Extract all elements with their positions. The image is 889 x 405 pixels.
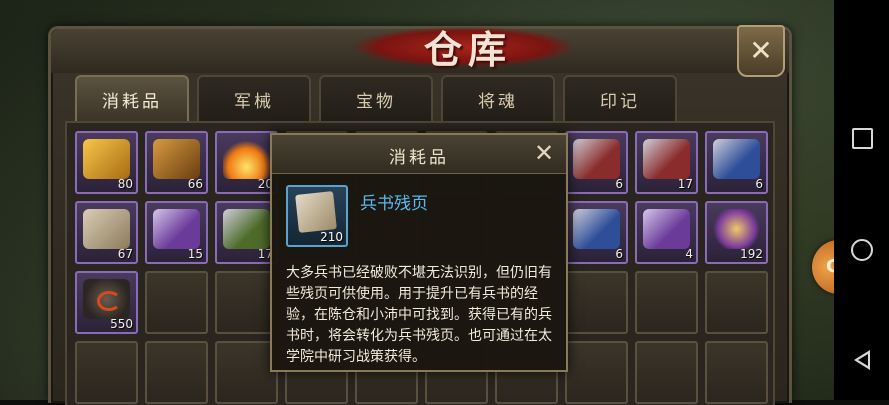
inventory-slot[interactable]: 67 — [75, 201, 138, 264]
tooltip-close-icon[interactable]: ✕ — [534, 141, 554, 165]
tab-treasures[interactable]: 宝物 — [319, 75, 433, 121]
tooltip-header: 消耗品 ✕ — [272, 135, 566, 174]
inventory-slot[interactable] — [635, 341, 698, 404]
tooltip-item-name: 兵书残页 — [360, 194, 428, 214]
home-button[interactable] — [848, 236, 876, 264]
inventory-slot[interactable]: 6 — [565, 201, 628, 264]
rock-icon — [83, 279, 130, 319]
inventory-slot[interactable]: 80 — [75, 131, 138, 194]
inventory-slot[interactable] — [635, 271, 698, 334]
item-count: 4 — [685, 247, 693, 261]
tooltip-description: 大多兵书已经破败不堪无法识别，但仍旧有些残页可供使用。用于提升已有兵书的经验，在… — [286, 265, 552, 365]
token-green-icon — [223, 209, 270, 249]
book-page-icon — [295, 191, 337, 233]
inventory-slot[interactable] — [565, 341, 628, 404]
token-purple-icon — [643, 209, 690, 249]
inventory-slot[interactable] — [705, 341, 768, 404]
inventory-slot[interactable]: 550 — [75, 271, 138, 334]
back-button[interactable] — [848, 346, 876, 374]
inventory-slot[interactable]: 17 — [635, 131, 698, 194]
item-count: 6 — [615, 177, 623, 191]
inventory-slot[interactable] — [215, 271, 278, 334]
tab-general-souls[interactable]: 将魂 — [441, 75, 555, 121]
tab-consumables[interactable]: 消耗品 — [75, 75, 189, 121]
inventory-slot[interactable] — [705, 271, 768, 334]
inventory-slot[interactable]: 20 — [215, 131, 278, 194]
inventory-slot[interactable] — [145, 271, 208, 334]
fire-icon — [223, 139, 270, 179]
inventory-slot[interactable]: 6 — [705, 131, 768, 194]
wood-scroll-icon — [153, 139, 200, 179]
close-button[interactable]: ✕ — [737, 25, 785, 77]
token-red-icon — [573, 139, 620, 179]
inventory-slot[interactable] — [215, 341, 278, 404]
token-purple-icon — [153, 209, 200, 249]
token-blue-icon — [573, 209, 620, 249]
token-red-icon — [643, 139, 690, 179]
item-count: 17 — [677, 177, 693, 191]
token-blue-icon — [713, 139, 760, 179]
title-banner: 仓库 — [353, 9, 573, 73]
item-count: 6 — [615, 247, 623, 261]
system-nav-bar — [834, 0, 889, 400]
square-icon — [851, 127, 873, 149]
inventory-slot[interactable]: 17 — [215, 201, 278, 264]
back-triangle-icon — [854, 350, 870, 370]
tab-seals[interactable]: 印记 — [563, 75, 677, 121]
window-title: 仓库 — [423, 27, 512, 72]
item-count: 192 — [740, 247, 763, 261]
gold-scroll-icon — [83, 139, 130, 179]
circle-icon — [851, 239, 873, 261]
paper-icon — [83, 209, 130, 249]
close-icon: ✕ — [749, 34, 773, 67]
item-count: 67 — [117, 247, 133, 261]
seal-icon — [713, 209, 760, 249]
inventory-slot[interactable]: 66 — [145, 131, 208, 194]
item-tooltip: 消耗品 ✕ 210 兵书残页 大多兵书已经破败不堪无法识别，但仍旧有些残页可供使… — [270, 133, 568, 372]
tooltip-item-slot: 210 — [286, 185, 348, 247]
item-count: 550 — [110, 317, 133, 331]
inventory-slot[interactable]: 15 — [145, 201, 208, 264]
recents-button[interactable] — [848, 124, 876, 152]
inventory-slot[interactable]: 192 — [705, 201, 768, 264]
tab-armory[interactable]: 军械 — [197, 75, 311, 121]
tooltip-category: 消耗品 — [389, 148, 449, 168]
item-count: 15 — [187, 247, 203, 261]
inventory-slot[interactable]: 6 — [565, 131, 628, 194]
inventory-slot[interactable]: 4 — [635, 201, 698, 264]
item-count: 66 — [187, 177, 203, 191]
tab-bar: 消耗品 军械 宝物 将魂 印记 — [75, 75, 677, 121]
inventory-slot[interactable] — [565, 271, 628, 334]
item-count: 6 — [755, 177, 763, 191]
inventory-slot[interactable] — [145, 341, 208, 404]
tooltip-item-count: 210 — [320, 230, 343, 244]
item-count: 80 — [117, 177, 133, 191]
inventory-slot[interactable] — [75, 341, 138, 404]
